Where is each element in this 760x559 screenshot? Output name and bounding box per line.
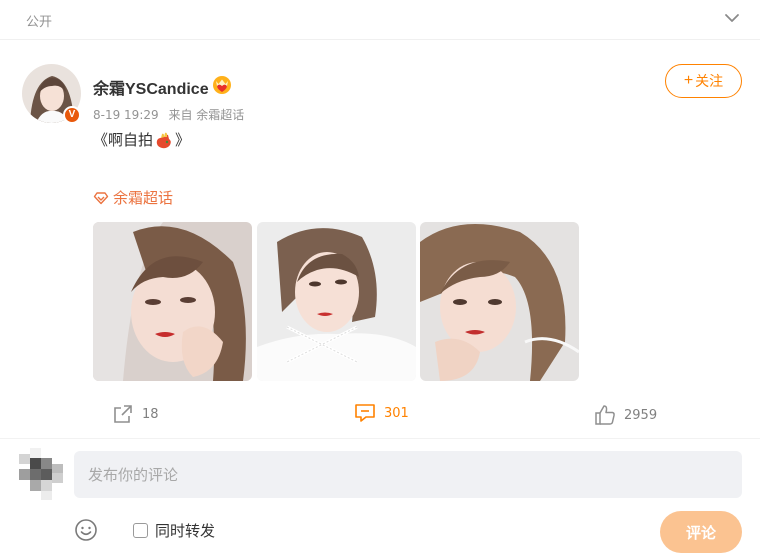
crown-heart-icon[interactable] — [212, 75, 232, 95]
repost-count: 18 — [142, 406, 159, 422]
post-source[interactable]: 来自 余霜超话 — [168, 108, 244, 122]
verified-badge: V — [63, 106, 81, 124]
post-timestamp[interactable]: 8-19 19:29 — [93, 108, 159, 122]
follow-label: 关注 — [695, 73, 724, 89]
follow-button[interactable]: + 关注 — [665, 64, 742, 98]
post-image-3[interactable] — [420, 222, 579, 381]
repost-action[interactable]: 18 — [112, 404, 159, 424]
chevron-down-icon[interactable] — [722, 8, 742, 28]
super-topic-icon — [93, 191, 109, 204]
comment-action[interactable]: 301 — [354, 403, 409, 423]
thumbs-up-icon — [595, 405, 615, 425]
comment-icon — [355, 404, 375, 422]
repost-checkbox[interactable] — [133, 523, 148, 538]
emoji-smiley-icon[interactable] — [74, 518, 98, 542]
like-action[interactable]: 2959 — [594, 404, 657, 426]
post-actions: 18 301 2959 — [0, 398, 760, 432]
visibility-label: 公开 — [26, 15, 53, 30]
post-text-suffix: 》 — [175, 131, 191, 149]
super-topic-label: 余霜超话 — [113, 189, 174, 207]
author-name[interactable]: 余霜YSCandice — [93, 75, 209, 99]
post-header-bar: 公开 — [0, 0, 760, 40]
comment-input[interactable] — [74, 451, 742, 498]
post-image-1[interactable] — [93, 222, 252, 381]
comment-count: 301 — [384, 405, 409, 421]
share-icon — [114, 405, 132, 423]
repost-checkbox-label[interactable]: 同时转发 — [155, 520, 215, 541]
post-image-2[interactable] — [257, 222, 416, 381]
super-topic-link[interactable]: 余霜超话 — [93, 187, 173, 208]
like-count: 2959 — [624, 407, 658, 423]
submit-comment-button[interactable]: 评论 — [660, 511, 742, 553]
post-meta: 8-19 19:29 来自 余霜超话 — [93, 106, 244, 123]
divider — [0, 438, 760, 439]
post-text-prefix: 《啊自拍 — [93, 131, 154, 149]
hand-emoji-icon — [156, 132, 171, 148]
post-text: 《啊自拍 》 — [93, 129, 190, 150]
plus-icon: + — [683, 72, 694, 89]
my-avatar[interactable] — [19, 448, 63, 500]
